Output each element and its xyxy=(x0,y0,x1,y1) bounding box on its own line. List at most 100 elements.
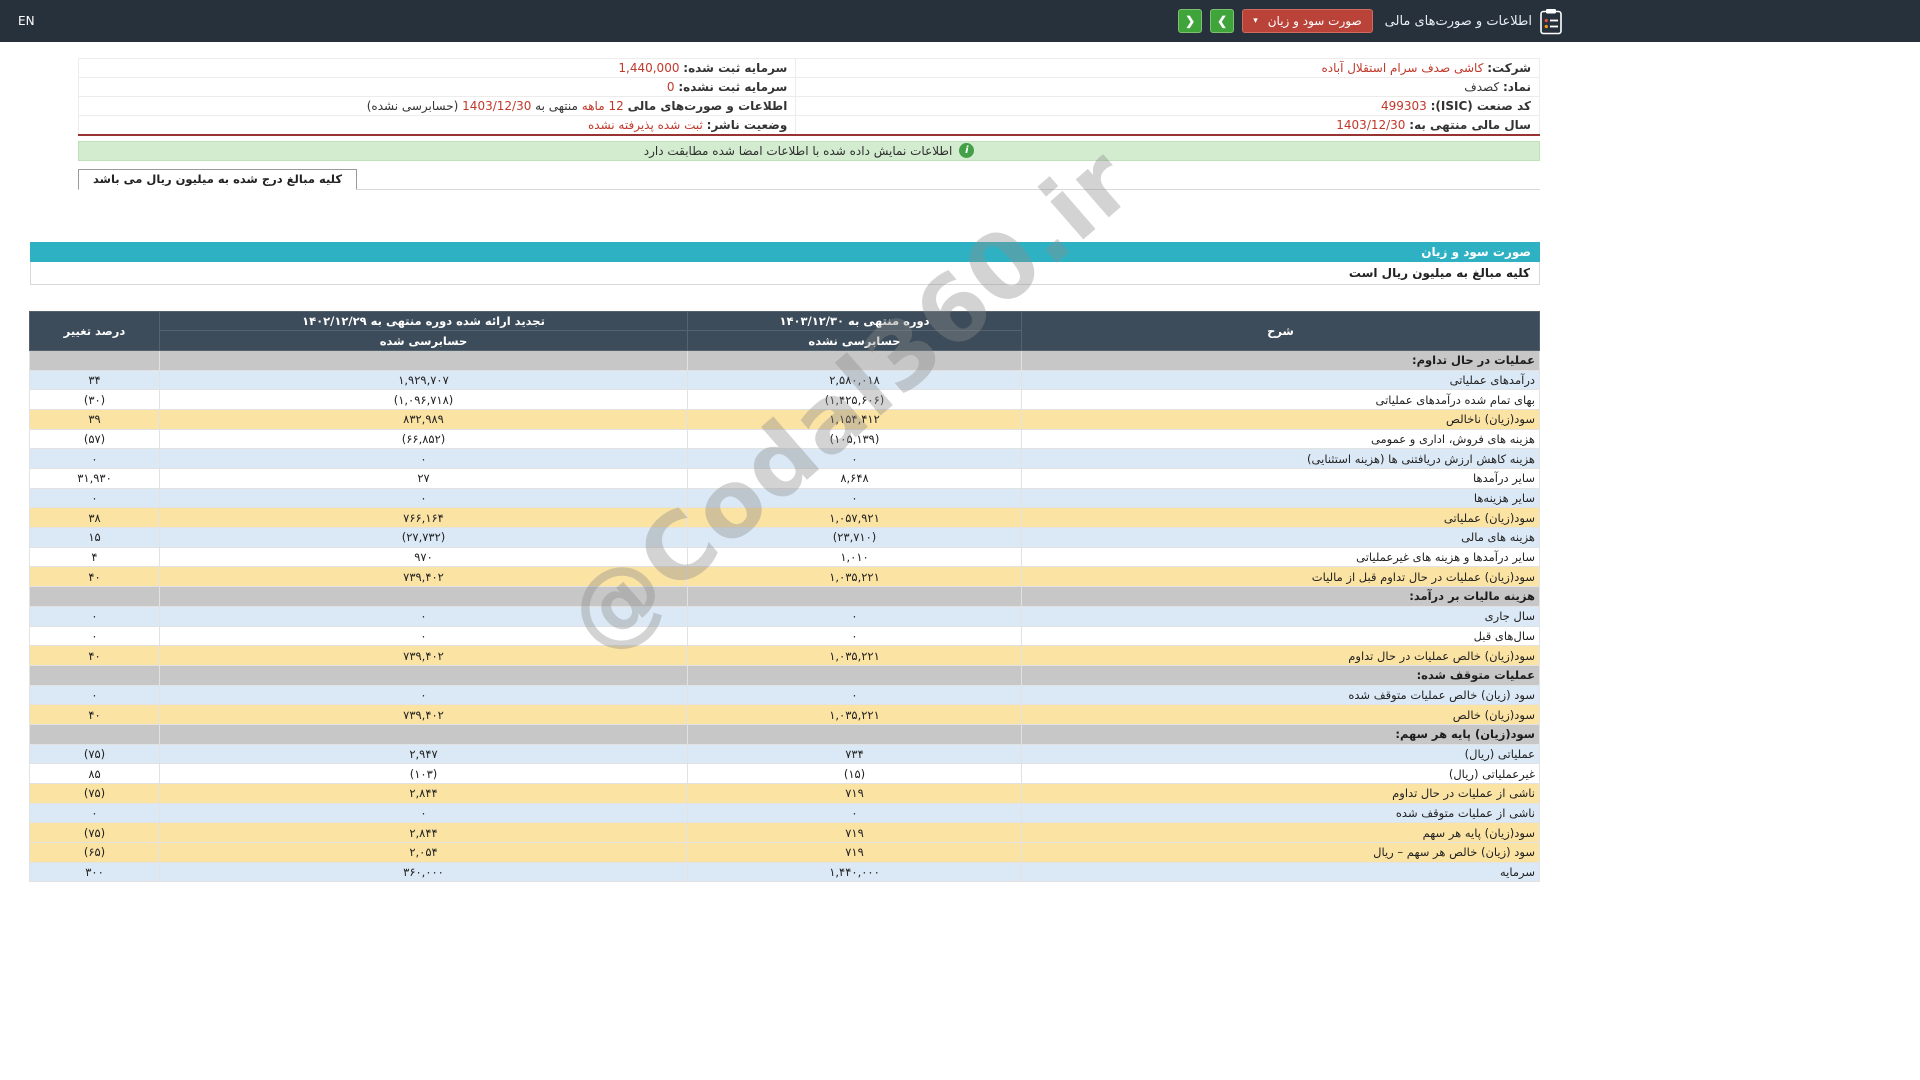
row-label: هزینه های مالی xyxy=(1021,527,1540,548)
current-period-value: ۰ xyxy=(687,487,1022,509)
current-period-value: (۱۵) xyxy=(687,763,1022,784)
change-percent-value: (۶۵) xyxy=(29,842,160,863)
row-label: درآمدهای عملیاتی xyxy=(1021,369,1540,391)
info-cell: نماد: کصدف xyxy=(795,77,1540,97)
current-period-value: ۷۱۹ xyxy=(687,822,1022,844)
change-percent-value: ۸۵ xyxy=(29,763,160,784)
signature-match-notice-text: اطلاعات نمایش داده شده با اطلاعات امضا ش… xyxy=(643,143,953,158)
table-row: عملیاتی (ریال) ۷۳۴ ۲,۹۴۷ (۷۵) xyxy=(29,743,1540,765)
change-percent-value: ۰ xyxy=(29,802,160,824)
info-cell: سال مالی منتهی به: 1403/12/30 xyxy=(795,115,1540,136)
table-row: سال‌های قبل ۰ ۰ ۰ xyxy=(29,625,1540,647)
table-row: بهای تمام شده درآمدهای عملیاتی (۱,۴۲۵,۶۰۶… xyxy=(29,389,1540,410)
row-label: سود(زیان) پایه هر سهم xyxy=(1021,822,1540,844)
section-label: عملیات در حال تداوم: xyxy=(1021,349,1540,371)
info-cell: اطلاعات و صورت‌های مالی 12 ماهه منتهی به… xyxy=(77,96,797,116)
row-label: هزینه های فروش، اداری و عمومی xyxy=(1021,428,1540,450)
section-row: عملیات در حال تداوم: xyxy=(29,349,1540,371)
section-label: هزینه مالیات بر درآمد: xyxy=(1021,586,1540,607)
info-value: 499303 xyxy=(1380,99,1427,113)
empty-cell xyxy=(159,664,688,686)
section-row: هزینه مالیات بر درآمد: xyxy=(29,586,1540,607)
prior-period-value: ۰ xyxy=(159,448,688,469)
prior-period-value: ۹۷۰ xyxy=(159,546,688,568)
row-label: سرمایه xyxy=(1021,861,1540,883)
current-period-value: ۱,۰۳۵,۲۲۱ xyxy=(687,704,1022,725)
section-label: سود(زیان) پایه هر سهم: xyxy=(1021,723,1540,745)
table-row: سود(زیان) خالص ۱,۰۳۵,۲۲۱ ۷۳۹,۴۰۲ ۴۰ xyxy=(29,704,1540,725)
current-period-value: ۸,۶۴۸ xyxy=(687,468,1022,489)
change-percent-value: ۰ xyxy=(29,684,160,706)
topbar: EN اطلاعات و صورت‌های مالی صورت سود و زی… xyxy=(0,0,1920,42)
info-cell: شرکت: کاشی صدف سرام استقلال آباده xyxy=(795,58,1540,78)
prev-period-button[interactable]: ❮ xyxy=(1178,9,1203,33)
info-value: منتهی به xyxy=(535,99,578,113)
table-row: سود (زیان) خالص هر سهم – ریال ۷۱۹ ۲,۰۵۴ (۶۵… xyxy=(29,842,1540,863)
current-period-value: ۱,۴۴۰,۰۰۰ xyxy=(687,861,1022,883)
info-label: نماد: xyxy=(1502,80,1531,94)
info-cell: سرمایه ثبت شده: 1,440,000 xyxy=(77,58,797,78)
table-row: سود(زیان) عملیاتی ۱,۰۵۷,۹۲۱ ۷۶۶,۱۶۴ ۳۸ xyxy=(29,507,1540,529)
change-percent-value: ۳۰۰ xyxy=(29,861,160,883)
row-label: سود(زیان) خالص عملیات در حال تداوم xyxy=(1021,645,1540,666)
empty-cell xyxy=(29,349,160,371)
codal-logo-icon xyxy=(1540,8,1562,35)
prior-period-value: ۰ xyxy=(159,605,688,627)
statement-type-dropdown[interactable]: صورت سود و زیان ▾ xyxy=(1242,9,1373,33)
statement-table-body: عملیات در حال تداوم: درآمدهای عملیاتی ۲,۵۸… xyxy=(29,349,1540,883)
topbar-controls: اطلاعات و صورت‌های مالی صورت سود و زیان … xyxy=(1178,0,1562,42)
language-toggle[interactable]: EN xyxy=(18,0,35,42)
col-subheader-current-audit: حسابرسی نشده xyxy=(687,330,1022,351)
row-label: سود (زیان) خالص عملیات متوقف شده xyxy=(1021,684,1540,706)
change-percent-value: ۳۱,۹۳۰ xyxy=(29,468,160,489)
prior-period-value: ۷۳۹,۴۰۲ xyxy=(159,566,688,588)
empty-cell xyxy=(159,723,688,745)
unit-tab[interactable]: کلیه مبالغ درج شده به میلیون ریال می باش… xyxy=(78,168,358,190)
empty-cell xyxy=(687,349,1022,371)
row-label: سود(زیان) عملیات در حال تداوم قبل از مال… xyxy=(1021,566,1540,588)
prior-period-value: (۱,۰۹۶,۷۱۸) xyxy=(159,389,688,410)
company-info-section: شرکت: کاشی صدف سرام استقلال آباده سرمایه … xyxy=(77,58,1540,190)
col-header-change-percent: درصد تغییر xyxy=(29,310,160,351)
section-label: عملیات متوقف شده: xyxy=(1021,664,1540,686)
info-label: کد صنعت (ISIC): xyxy=(1430,99,1531,113)
chevron-down-icon: ▾ xyxy=(1253,15,1258,26)
info-row: نماد: کصدف سرمایه ثبت نشده: 0 xyxy=(77,77,1540,97)
info-value: (حسابرسی نشده) xyxy=(366,99,459,113)
table-row: سایر هزینه‌ها ۰ ۰ ۰ xyxy=(29,487,1540,509)
empty-cell xyxy=(29,723,160,745)
prior-period-value: ۰ xyxy=(159,625,688,647)
change-percent-value: (۵۷) xyxy=(29,428,160,450)
change-percent-value: (۷۵) xyxy=(29,783,160,804)
current-period-value: ۰ xyxy=(687,684,1022,706)
empty-cell xyxy=(687,664,1022,686)
current-period-value: ۱,۰۳۵,۲۲۱ xyxy=(687,566,1022,588)
info-cell: سرمایه ثبت نشده: 0 xyxy=(77,77,797,97)
current-period-value: (۱,۴۲۵,۶۰۶) xyxy=(687,389,1022,410)
col-subheader-prior-audit: حسابرسی شده xyxy=(159,330,688,351)
section-row: عملیات متوقف شده: xyxy=(29,664,1540,686)
empty-cell xyxy=(29,664,160,686)
row-label: ناشی از عملیات در حال تداوم xyxy=(1021,783,1540,804)
prior-period-value: ۱,۹۲۹,۷۰۷ xyxy=(159,369,688,391)
prior-period-value: ۷۳۹,۴۰۲ xyxy=(159,645,688,666)
info-label: وضعیت ناشر: xyxy=(706,117,788,132)
info-row: شرکت: کاشی صدف سرام استقلال آباده سرمایه … xyxy=(77,58,1540,78)
empty-cell xyxy=(159,349,688,371)
signature-match-notice: i اطلاعات نمایش داده شده با اطلاعات امضا… xyxy=(78,140,1540,161)
info-label: شرکت: xyxy=(1487,61,1531,75)
table-row: سود (زیان) خالص عملیات متوقف شده ۰ ۰ ۰ xyxy=(29,684,1540,706)
row-label: سال‌های قبل xyxy=(1021,625,1540,647)
info-label: سال مالی منتهی به: xyxy=(1409,117,1531,132)
change-percent-value: ۰ xyxy=(29,448,160,469)
next-period-button[interactable]: ❯ xyxy=(1210,9,1235,33)
change-percent-value: ۴۰ xyxy=(29,704,160,725)
current-period-value: ۰ xyxy=(687,802,1022,824)
table-row: سایر درآمدها و هزینه های غیرعملیاتی ۱,۰۱۰… xyxy=(29,546,1540,568)
change-percent-value: ۴۰ xyxy=(29,645,160,666)
statement-table-header: شرح دوره منتهی به ۱۴۰۳/۱۲/۳۰ تجدید ارائه… xyxy=(29,310,1540,351)
current-period-value: (۲۳,۷۱۰) xyxy=(687,527,1022,548)
empty-cell xyxy=(687,586,1022,607)
section-row: سود(زیان) پایه هر سهم: xyxy=(29,723,1540,745)
statement-unit-note: کلیه مبالغ به میلیون ریال است xyxy=(30,261,1540,285)
